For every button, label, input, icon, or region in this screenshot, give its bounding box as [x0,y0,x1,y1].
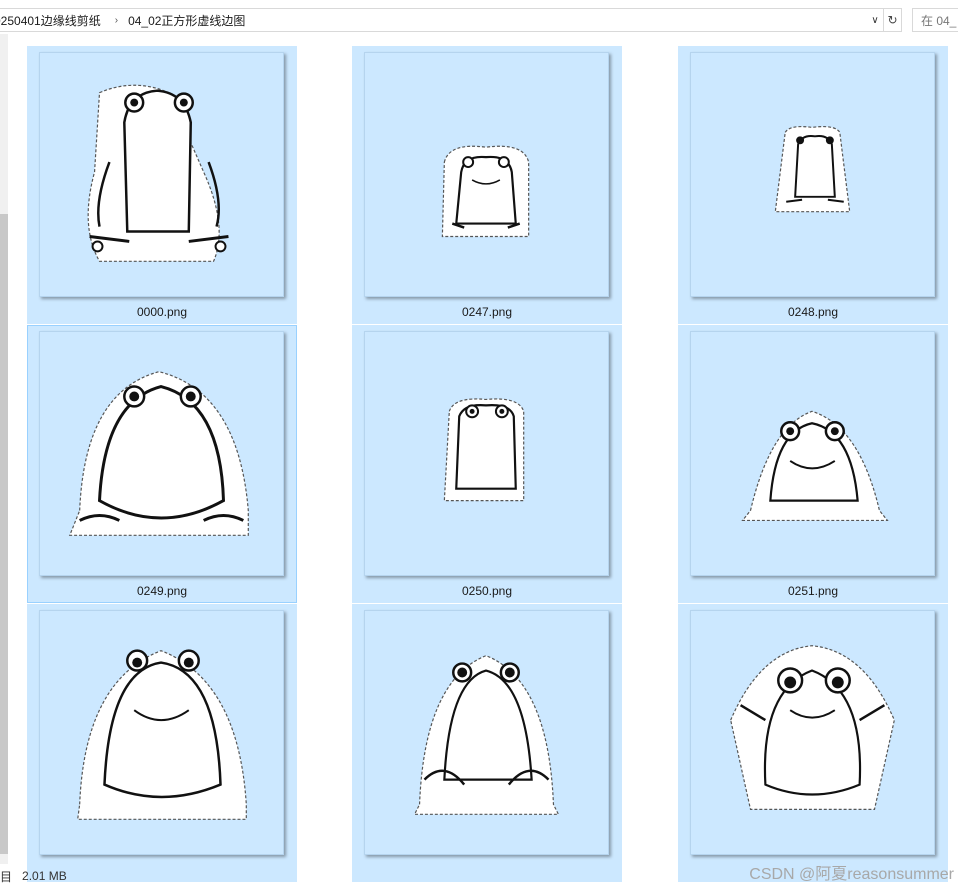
thumbnail-frog [39,52,284,297]
frog-round-icon [68,371,249,536]
breadcrumb-separator-icon[interactable]: › [115,15,118,26]
item-count-label: 项目 [0,869,13,884]
selection-size: 2.01 MB [22,869,67,883]
file-tile-0000[interactable]: 0000.png [27,46,297,324]
scrollbar-thumb[interactable] [0,214,8,854]
frog-crouching-icon [413,654,560,815]
frog-chubby-icon [77,649,247,820]
file-name[interactable]: 0250.png [353,584,621,598]
thumbnail-frog [690,610,935,855]
thumbnail-frog [690,52,935,297]
file-tile-0248[interactable]: 0248.png [678,46,948,324]
search-input[interactable]: 在 04_ [912,8,958,32]
navigation-scrollbar[interactable] [0,34,8,864]
thumbnail-frog [364,610,609,855]
frog-small-icon [441,145,530,238]
watermark-text: CSDN @阿夏reasonsummer [749,866,954,883]
breadcrumb-parent[interactable]: 0250401边缘线剪纸 [0,12,101,29]
thumbnail-frog [364,331,609,576]
file-name[interactable]: 0251.png [679,584,947,598]
thumbnail-frog [690,331,935,576]
file-name[interactable]: 0247.png [353,305,621,319]
thumbnail-frog [39,610,284,855]
thumbnail-frog [39,331,284,576]
file-name[interactable]: 0000.png [28,305,296,319]
file-tile[interactable] [352,604,622,882]
file-name[interactable]: 0249.png [28,584,296,598]
status-bar: 项目 2.01 MB [0,866,77,886]
file-name[interactable]: 0248.png [679,305,947,319]
thumbnail-frog [364,52,609,297]
file-tile-0251[interactable]: 0251.png [678,325,948,603]
frog-cheering-icon [730,645,895,810]
address-dropdown-icon[interactable]: ∨ [867,9,883,31]
file-tile-0247[interactable]: 0247.png [352,46,622,324]
frog-thin-icon [774,125,851,213]
refresh-button[interactable]: ↻ [884,8,902,32]
file-tile-0250[interactable]: 0250.png [352,325,622,603]
file-tile[interactable] [27,604,297,882]
address-bar[interactable]: 0250401边缘线剪纸 › 04_02正方形虚线边图 ∨ [0,8,884,32]
file-tile[interactable] [678,604,948,882]
breadcrumb-current[interactable]: 04_02正方形虚线边图 [128,12,245,29]
frog-wide-icon [741,410,889,522]
file-tile-0249[interactable]: 0249.png [27,325,297,603]
frog-back-icon [443,398,525,502]
frog-sitting-tall-icon [87,84,229,262]
